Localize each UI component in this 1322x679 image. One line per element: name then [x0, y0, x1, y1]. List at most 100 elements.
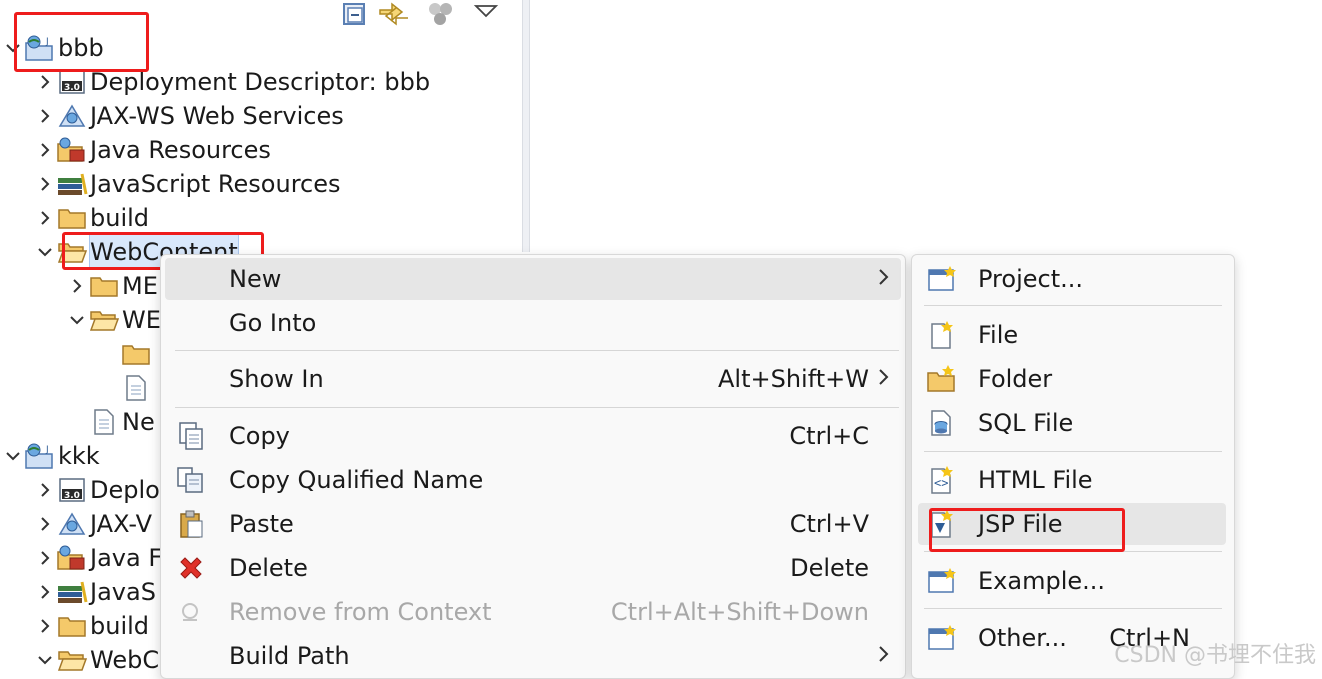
- delete-icon: [175, 552, 207, 584]
- folder-icon: [88, 271, 120, 301]
- remove-context-icon: [175, 596, 207, 628]
- chevron-down-icon[interactable]: [2, 439, 24, 473]
- jaxws-icon: [56, 509, 88, 539]
- tree-item-label: JavaScript Resources: [90, 170, 341, 198]
- tree-item-label: Deplo: [90, 476, 160, 504]
- tree-item[interactable]: Jkkk: [2, 439, 100, 473]
- jaxws-icon: [56, 101, 88, 131]
- collapse-all-icon[interactable]: [340, 0, 368, 28]
- menu-item-go-into[interactable]: Go Into: [161, 302, 905, 344]
- tree-item[interactable]: WebC: [34, 643, 159, 677]
- copy-qualified-name-icon: [175, 464, 207, 496]
- new-html-file-icon: <>: [926, 464, 958, 496]
- submenu-item-sql-file[interactable]: SQL File: [912, 402, 1234, 444]
- link-with-editor-icon[interactable]: [378, 0, 410, 28]
- menu-item-label: Copy: [229, 422, 290, 450]
- tree-item[interactable]: JavaS: [34, 575, 156, 609]
- chevron-right-icon[interactable]: [34, 609, 56, 643]
- submenu-item-folder[interactable]: Folder: [912, 358, 1234, 400]
- chevron-right-icon[interactable]: [34, 473, 56, 507]
- chevron-right-icon: [877, 367, 891, 392]
- menu-item-show-in[interactable]: Show In Alt+Shift+W: [161, 358, 905, 400]
- new-example-icon: [926, 565, 958, 597]
- menu-item-build-path[interactable]: Build Path: [161, 635, 905, 677]
- submenu-item-example[interactable]: Example...: [912, 560, 1234, 602]
- chevron-right-icon[interactable]: [34, 133, 56, 167]
- view-menu-chevron-down-icon[interactable]: [472, 0, 500, 28]
- folder-icon: [56, 611, 88, 641]
- submenu-item-file[interactable]: File: [912, 314, 1234, 356]
- tree-item[interactable]: ME: [66, 269, 158, 303]
- annotation-box-jsp-file: [929, 508, 1125, 552]
- menu-item-label: Paste: [229, 510, 294, 538]
- chevron-right-icon[interactable]: [34, 575, 56, 609]
- tree-item[interactable]: JAX-V: [34, 507, 152, 541]
- chevron-right-icon[interactable]: [34, 541, 56, 575]
- chevron-down-icon[interactable]: [34, 643, 56, 677]
- menu-item-remove-from-context: Remove from Context Ctrl+Alt+Shift+Down: [161, 591, 905, 633]
- file-icon: [120, 373, 152, 403]
- new-file-icon: [926, 319, 958, 351]
- chevron-right-icon[interactable]: [34, 201, 56, 235]
- menu-item-delete[interactable]: Delete Delete: [161, 547, 905, 589]
- menu-item-label: Project...: [978, 265, 1083, 293]
- chevron-right-icon[interactable]: [66, 269, 88, 303]
- deployment-descriptor-icon: 3.0: [56, 475, 88, 505]
- folder-open-icon: [88, 305, 120, 335]
- new-submenu: Project... File Folder SQL File <> HTML File J…: [911, 254, 1235, 679]
- menu-item-new[interactable]: New: [165, 258, 901, 300]
- view-divider: [522, 0, 530, 252]
- tree-item[interactable]: Java F: [34, 541, 162, 575]
- menu-item-label: Folder: [978, 365, 1053, 393]
- tree-item-label: Ne: [122, 408, 155, 436]
- menu-item-label: Example...: [978, 567, 1106, 595]
- tree-item[interactable]: [98, 371, 154, 405]
- menu-item-copy-qualified-name[interactable]: Copy Qualified Name: [161, 459, 905, 501]
- watermark: CSDN @书埋不住我: [1114, 643, 1316, 668]
- tree-item[interactable]: 3.0 Deplo: [34, 473, 160, 507]
- web-project-icon: J: [24, 441, 56, 471]
- chevron-right-icon: [877, 644, 891, 669]
- tree-item[interactable]: build: [34, 609, 149, 643]
- chevron-right-icon[interactable]: [34, 99, 56, 133]
- menu-item-paste[interactable]: Paste Ctrl+V: [161, 503, 905, 545]
- menu-item-shortcut: Delete: [790, 554, 869, 582]
- menu-separator: [924, 305, 1222, 306]
- tree-item[interactable]: Ne: [66, 405, 155, 439]
- menu-item-copy[interactable]: Copy Ctrl+C: [161, 415, 905, 457]
- menu-item-label: Other...: [978, 624, 1067, 652]
- submenu-item-html-file[interactable]: <> HTML File: [912, 459, 1234, 501]
- tree-item-label: Java Resources: [90, 136, 271, 164]
- submenu-item-project[interactable]: Project...: [912, 258, 1234, 300]
- new-other-icon: [926, 622, 958, 654]
- java-resources-icon: [56, 135, 88, 165]
- chevron-right-icon[interactable]: [34, 507, 56, 541]
- tree-item-label: build: [90, 612, 150, 640]
- chevron-down-icon[interactable]: [34, 235, 56, 269]
- menu-item-label: SQL File: [978, 409, 1074, 437]
- tree-item-label: JAX-WS Web Services: [90, 102, 344, 130]
- menu-item-label: New: [229, 265, 282, 293]
- new-sql-file-icon: [926, 407, 958, 439]
- tree-item[interactable]: WE: [66, 303, 161, 337]
- tree-item[interactable]: JAX-WS Web Services: [34, 99, 344, 133]
- new-project-icon: [926, 263, 958, 295]
- tree-item[interactable]: [98, 337, 154, 371]
- tree-item-label: build: [90, 204, 150, 232]
- svg-text:3.0: 3.0: [64, 491, 80, 501]
- tree-item[interactable]: Java Resources: [34, 133, 271, 167]
- tree-item[interactable]: JavaScript Resources: [34, 167, 341, 201]
- chevron-down-icon[interactable]: [66, 303, 88, 337]
- java-resources-icon: [56, 543, 88, 573]
- filters-icon[interactable]: [426, 0, 456, 28]
- svg-text:J: J: [45, 445, 49, 455]
- menu-item-shortcut: Ctrl+C: [789, 422, 869, 450]
- tree-item-label: JAX-V: [90, 510, 152, 538]
- chevron-right-icon[interactable]: [34, 167, 56, 201]
- tree-item[interactable]: build: [34, 201, 149, 235]
- folder-icon: [56, 203, 88, 233]
- menu-item-label: Copy Qualified Name: [229, 466, 484, 494]
- menu-item-label: Delete: [229, 554, 308, 582]
